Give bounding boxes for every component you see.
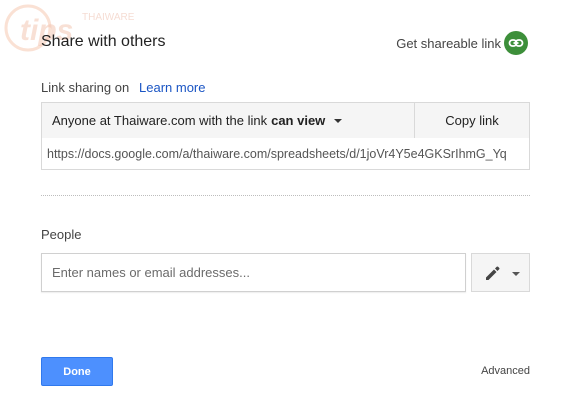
share-url-field[interactable] <box>41 138 530 170</box>
chevron-down-icon <box>512 272 520 276</box>
dialog-title: Share with others <box>41 33 166 50</box>
link-sharing-label: Link sharing on <box>41 80 130 95</box>
permission-dropdown-button[interactable] <box>471 253 530 292</box>
dropdown-caret-icon <box>334 118 343 123</box>
learn-more-link[interactable]: Learn more <box>139 80 205 95</box>
access-prefix: Anyone at Thaiware.com with the link <box>52 113 268 128</box>
get-shareable-link-button[interactable] <box>504 31 528 55</box>
people-label: People <box>41 227 82 242</box>
get-shareable-link[interactable]: Get shareable link <box>396 36 501 51</box>
advanced-link[interactable]: Advanced <box>481 365 530 377</box>
watermark-text: THAIWARE <box>82 12 135 23</box>
section-divider <box>41 195 530 196</box>
done-button[interactable]: Done <box>41 357 113 386</box>
thaiware-watermark: tips THAIWARE <box>0 0 150 60</box>
access-level-dropdown[interactable]: Anyone at Thaiware.com with the link can… <box>41 102 415 139</box>
access-level: can view <box>271 113 326 128</box>
copy-link-button[interactable]: Copy link <box>414 102 530 139</box>
people-input[interactable] <box>41 253 466 292</box>
